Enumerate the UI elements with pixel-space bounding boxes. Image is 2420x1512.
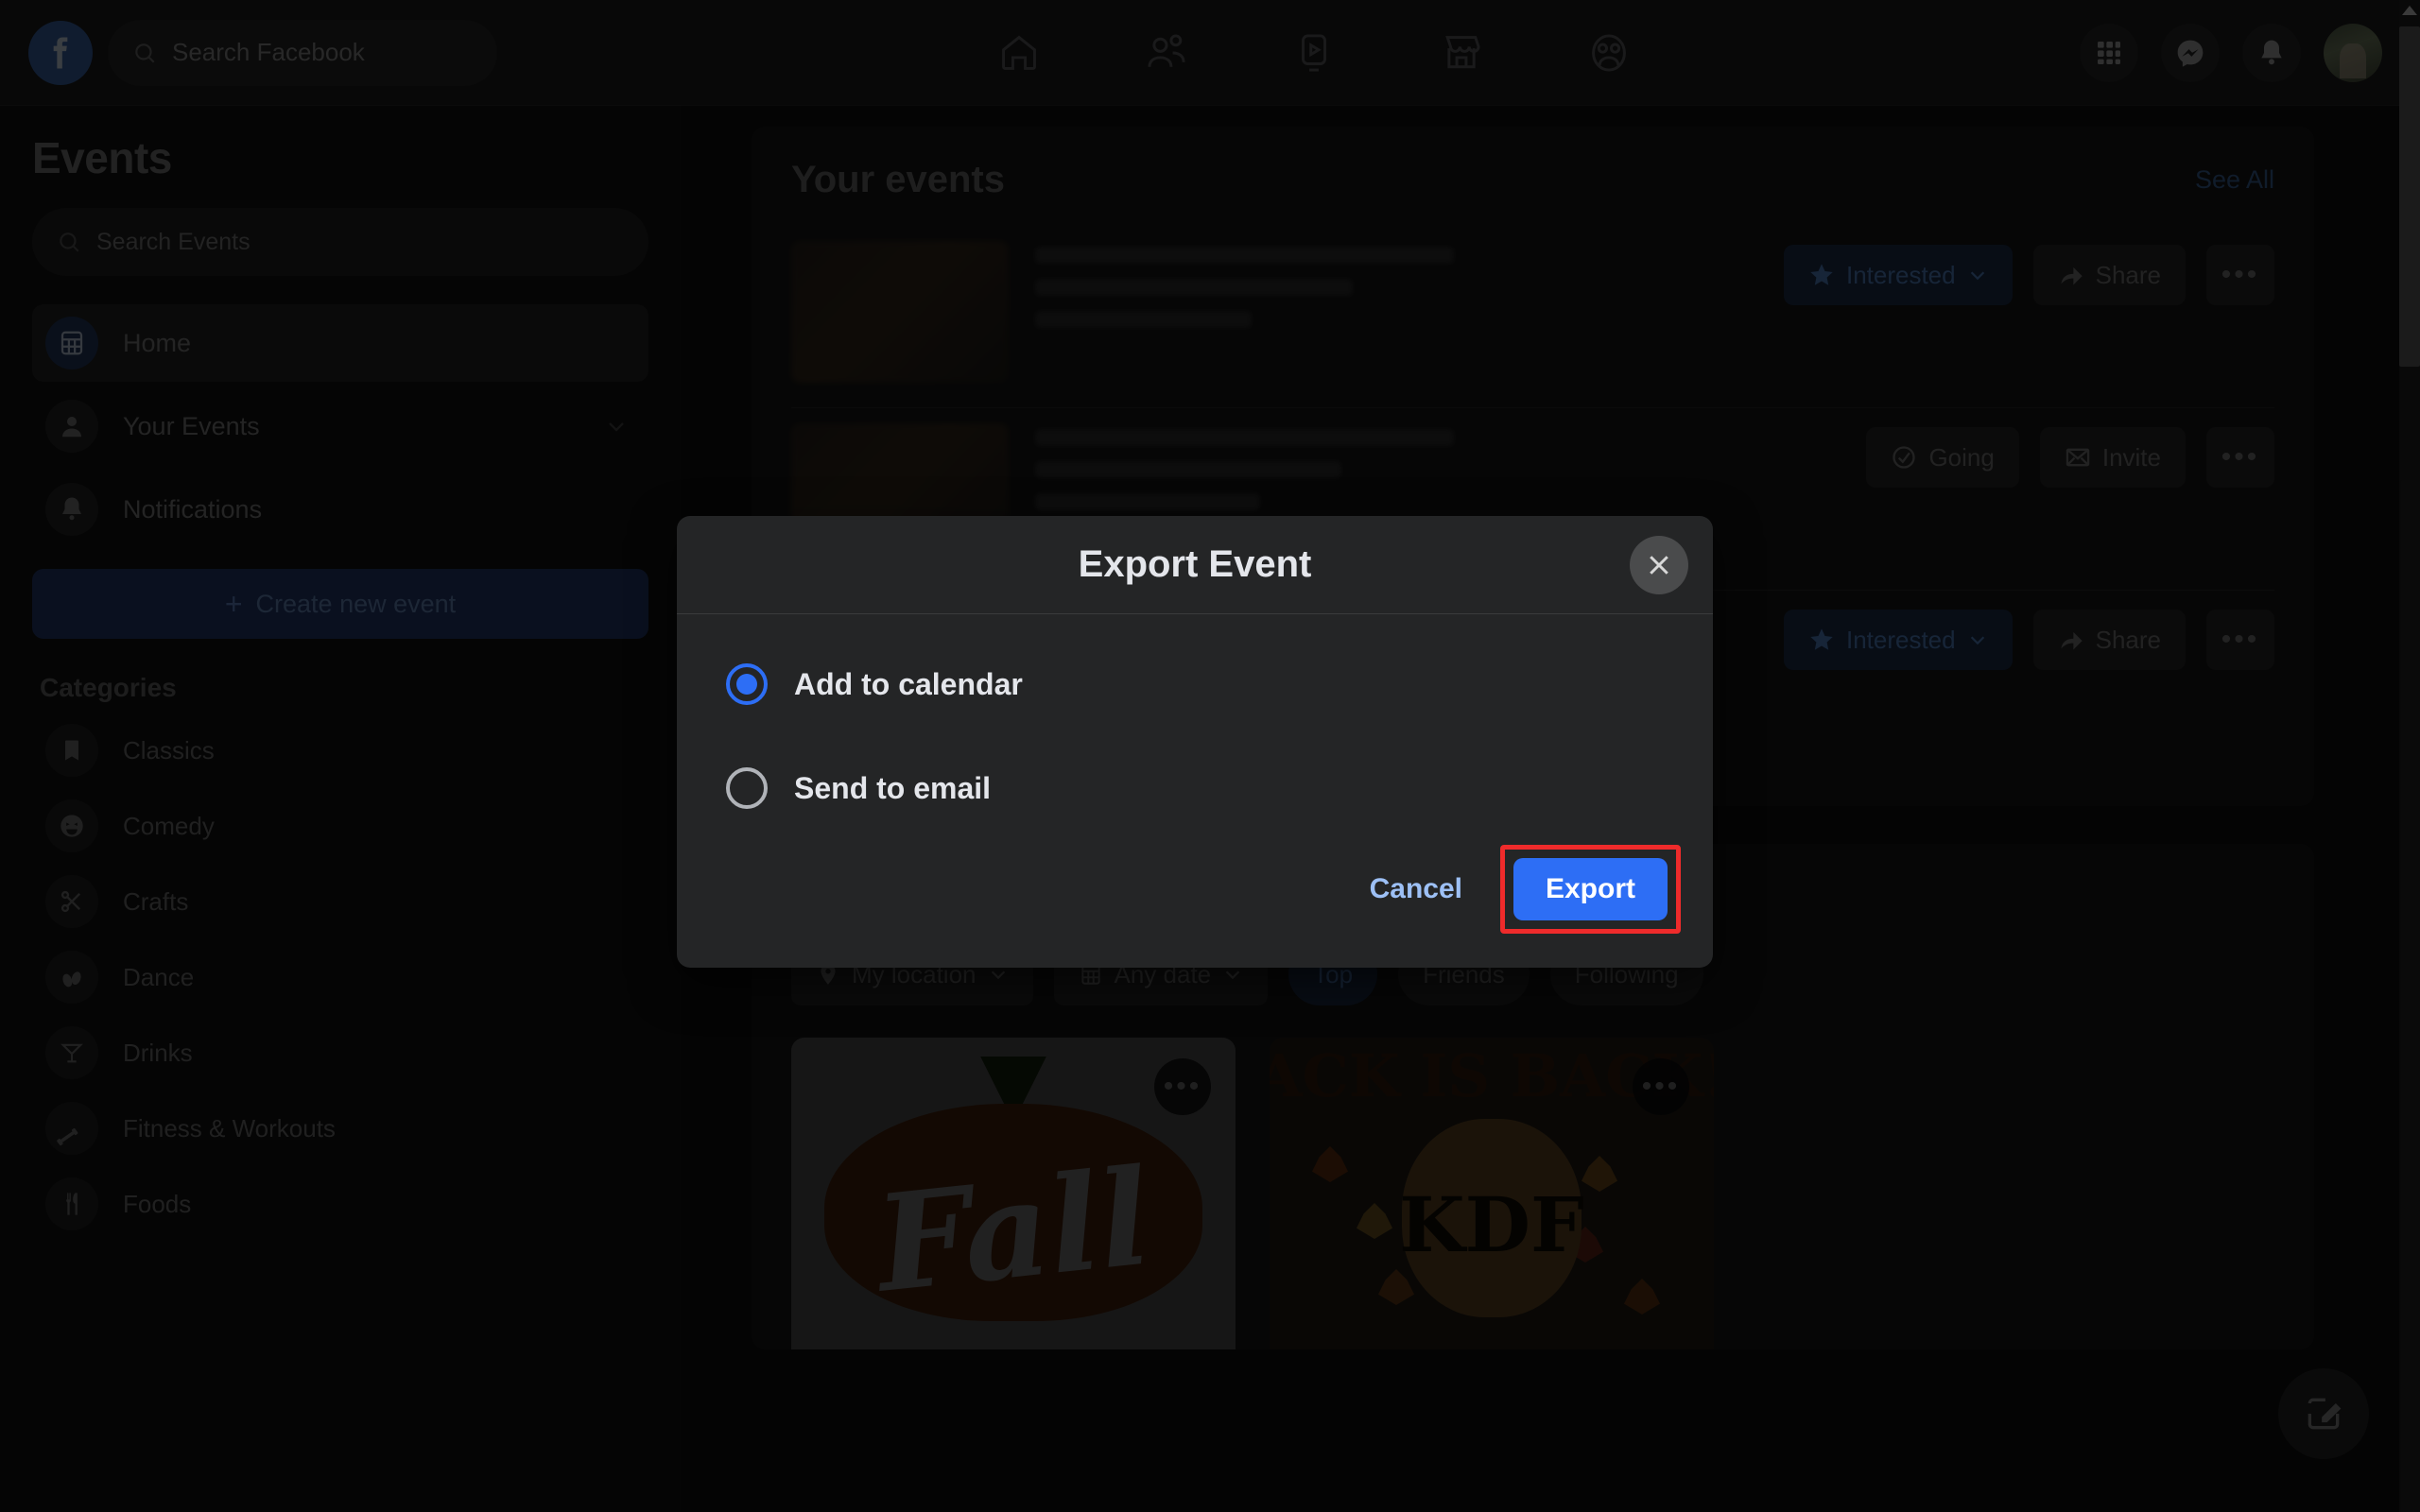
cancel-button[interactable]: Cancel bbox=[1341, 860, 1491, 919]
option-add-to-calendar[interactable]: Add to calendar bbox=[726, 663, 1664, 705]
option-label: Add to calendar bbox=[794, 666, 1023, 701]
export-button-highlight: Export bbox=[1499, 845, 1681, 934]
dialog-footer: Cancel Export bbox=[677, 835, 1713, 968]
option-send-to-email[interactable]: Send to email bbox=[726, 767, 1664, 809]
export-button[interactable]: Export bbox=[1512, 858, 1668, 920]
dialog-header: Export Event bbox=[677, 516, 1713, 614]
dialog-body: Add to calendar Send to email bbox=[677, 614, 1713, 835]
close-button[interactable] bbox=[1630, 535, 1688, 594]
dialog-title: Export Event bbox=[1078, 543, 1312, 585]
export-event-dialog: Export Event Add to calendar Send to ema… bbox=[677, 516, 1713, 968]
option-label: Send to email bbox=[794, 770, 992, 805]
radio-button-selected[interactable] bbox=[726, 663, 768, 705]
close-icon bbox=[1650, 555, 1668, 575]
radio-button[interactable] bbox=[726, 767, 768, 809]
